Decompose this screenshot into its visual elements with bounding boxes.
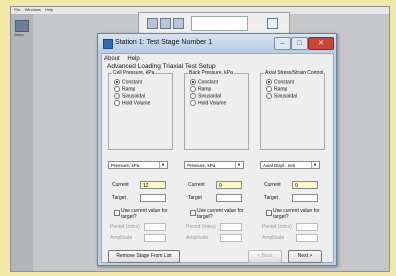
minimize-button[interactable]: – <box>274 37 291 50</box>
chevron-down-icon: ▼ <box>159 162 166 168</box>
back-units-select[interactable]: Pressure, kPa ▼ <box>184 161 244 169</box>
radio-button-icon <box>114 79 120 85</box>
radio-button-icon <box>266 79 272 85</box>
radio-sinusoidal[interactable]: Sinusoidal <box>190 93 221 99</box>
target-label: Target <box>264 195 278 201</box>
station-icon[interactable] <box>15 20 29 32</box>
period-label: Period (mins) <box>186 224 216 230</box>
use-current-label: Use current value for target? <box>273 208 320 220</box>
radio-sinusoidal[interactable]: Sinusoidal <box>266 93 297 99</box>
radio-ramp[interactable]: Ramp <box>114 86 135 92</box>
cell-pressure-group: Cell Pressure, kPa Constant Ramp Sinusoi… <box>108 70 173 150</box>
cell-units-select[interactable]: Pressure, kPa ▼ <box>108 161 168 169</box>
back-amplitude-field[interactable] <box>220 234 242 242</box>
axial-units-select[interactable]: Axial Displ., mm ▼ <box>260 161 320 169</box>
toolbar-settings-icon[interactable] <box>173 18 184 29</box>
period-label: Period (mins) <box>262 224 292 230</box>
menu-about[interactable]: About <box>104 56 120 62</box>
dialog-title: Station 1: Test Stage Number 1 <box>115 39 213 46</box>
radio-sinusoidal[interactable]: Sinusoidal <box>114 93 145 99</box>
target-label: Target <box>112 195 126 201</box>
cell-amplitude-field[interactable] <box>144 234 166 242</box>
radio-ramp[interactable]: Ramp <box>190 86 211 92</box>
chevron-down-icon: ▼ <box>311 162 318 168</box>
back-button[interactable]: < Back <box>248 250 282 263</box>
menu-dialog-help[interactable]: Help <box>127 56 139 62</box>
toolbar-print-icon[interactable] <box>267 18 278 29</box>
axial-target-field[interactable] <box>292 194 318 202</box>
amplitude-label: Amplitude <box>186 235 209 241</box>
target-label: Target <box>188 195 202 201</box>
radio-button-icon <box>114 93 120 99</box>
radio-button-icon <box>190 79 196 85</box>
back-current-field[interactable]: 0 <box>216 181 242 189</box>
app-icon <box>103 39 113 49</box>
back-pressure-group: Back Pressure, kPa Constant Ramp Sinusoi… <box>184 70 249 150</box>
cell-target-field[interactable] <box>140 194 166 202</box>
dialog-body: About Help Advanced Loading Triaxial Tes… <box>101 53 334 263</box>
maximize-button[interactable]: □ <box>291 37 308 50</box>
amplitude-label: Amplitude <box>110 235 133 241</box>
cell-current-field[interactable]: 12 <box>140 181 166 189</box>
close-button[interactable]: ✕ <box>308 37 334 50</box>
radio-ramp[interactable]: Ramp <box>266 86 287 92</box>
axial-amplitude-field[interactable] <box>296 234 318 242</box>
current-label: Current <box>264 182 281 188</box>
group-label: Axial Stress/Strain Control <box>264 70 325 76</box>
dialog-menubar: About Help <box>104 56 146 62</box>
radio-hold-volume[interactable]: Hold Volume <box>114 100 150 106</box>
left-sidebar: Status <box>11 14 33 271</box>
radio-button-icon <box>114 86 120 92</box>
remove-stage-button[interactable]: Remove Stage From List <box>108 250 180 263</box>
radio-button-icon <box>190 86 196 92</box>
use-current-label: Use current value for target? <box>121 208 168 220</box>
dialog-subtitle: Advanced Loading Triaxial Test Setup <box>107 63 216 70</box>
radio-button-icon <box>190 93 196 99</box>
radio-button-icon <box>266 86 272 92</box>
axial-period-field[interactable] <box>296 223 318 231</box>
toolbar-save-icon[interactable] <box>160 18 171 29</box>
toolbar-open-icon[interactable] <box>147 18 158 29</box>
current-label: Current <box>112 182 129 188</box>
radio-button-icon <box>266 93 272 99</box>
period-label: Period (mins) <box>110 224 140 230</box>
radio-constant[interactable]: Constant <box>114 79 142 85</box>
back-target-field[interactable] <box>216 194 242 202</box>
menu-help[interactable]: Help <box>45 7 53 12</box>
group-label: Back Pressure, kPa <box>188 70 234 76</box>
group-label: Cell Pressure, kPa <box>112 70 156 76</box>
radio-constant[interactable]: Constant <box>266 79 294 85</box>
amplitude-label: Amplitude <box>262 235 285 241</box>
axial-use-current-checkbox[interactable] <box>266 210 272 216</box>
cell-period-field[interactable] <box>144 223 166 231</box>
chevron-down-icon: ▼ <box>235 162 242 168</box>
dialog-titlebar: Station 1: Test Stage Number 1 – □ ✕ <box>98 34 336 52</box>
use-current-label: Use current value for target? <box>197 208 244 220</box>
test-stage-dialog: Station 1: Test Stage Number 1 – □ ✕ Abo… <box>97 33 337 266</box>
radio-button-icon <box>190 100 196 106</box>
radio-constant[interactable]: Constant <box>190 79 218 85</box>
cell-use-current-checkbox[interactable] <box>114 210 120 216</box>
menu-file[interactable]: File <box>14 7 20 12</box>
radio-hold-volume[interactable]: Hold Volume <box>190 100 226 106</box>
current-label: Current <box>188 182 205 188</box>
side-icon-label: Status <box>14 33 24 37</box>
next-button[interactable]: Next > <box>288 250 322 263</box>
axial-control-group: Axial Stress/Strain Control Constant Ram… <box>260 70 325 150</box>
axial-current-field[interactable]: 0 <box>292 181 318 189</box>
menu-windows[interactable]: Windows <box>25 7 41 12</box>
back-period-field[interactable] <box>220 223 242 231</box>
toolbar-status-field <box>191 16 248 31</box>
back-use-current-checkbox[interactable] <box>190 210 196 216</box>
radio-button-icon <box>114 100 120 106</box>
